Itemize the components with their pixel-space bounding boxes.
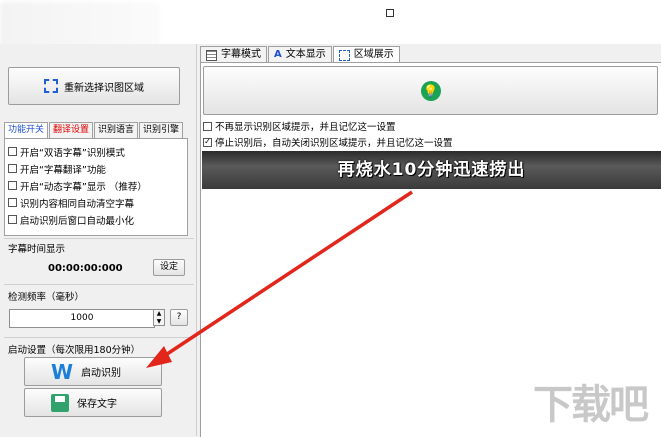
watermark: 下载吧	[533, 382, 649, 428]
annotation-arrow	[146, 190, 413, 368]
